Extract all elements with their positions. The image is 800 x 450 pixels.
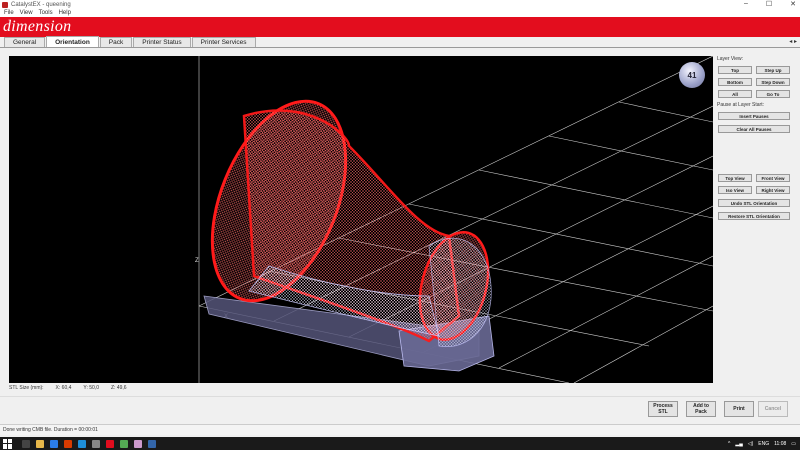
model-render: Z X	[195, 56, 713, 383]
menu-bar: File View Tools Help	[0, 9, 800, 17]
input-language[interactable]: ENG	[758, 441, 769, 447]
layer-all-button[interactable]: All	[718, 90, 752, 98]
maximize-icon[interactable]: ☐	[766, 0, 772, 8]
mail-icon[interactable]	[78, 439, 86, 448]
title-bar: CatalystEX - queening – ☐ ✕	[0, 0, 800, 9]
layer-bottom-button[interactable]: Bottom	[718, 78, 752, 86]
layer-step-down-button[interactable]: Step Down	[756, 78, 790, 86]
app-icon	[2, 1, 8, 8]
stl-size-label: STL Size (mm):	[9, 385, 44, 391]
process-stl-button[interactable]: Process STL	[648, 401, 678, 417]
clock[interactable]: 11:08	[774, 441, 786, 447]
menu-file[interactable]: File	[4, 10, 14, 16]
app2-taskbar-icon[interactable]	[134, 439, 142, 448]
network-icon[interactable]: ▂▄	[735, 441, 742, 447]
notifications-icon[interactable]: ▭	[791, 441, 796, 447]
top-view-button[interactable]: Top View	[718, 174, 752, 182]
tab-orientation[interactable]: Orientation	[46, 36, 99, 47]
axis-z-label: Z	[195, 258, 199, 264]
layer-view-label: Layer View:	[717, 56, 744, 62]
right-view-button[interactable]: Right View	[756, 186, 790, 194]
navigation-cube[interactable]: 41	[679, 62, 705, 88]
tab-strip: General Orientation Pack Printer Status …	[0, 36, 800, 48]
menu-tools[interactable]: Tools	[39, 10, 53, 16]
settings-app-icon[interactable]	[92, 439, 100, 448]
window-title: CatalystEX - queening	[11, 1, 71, 8]
tab-scroll-arrows-icon[interactable]: ◂ ▸	[789, 38, 797, 45]
pause-label: Pause at Layer Start:	[717, 102, 764, 108]
app-taskbar-icon[interactable]	[120, 439, 128, 448]
system-tray: ^ ▂▄ ◁) ENG 11:08 ▭	[728, 437, 796, 450]
menu-view[interactable]: View	[20, 10, 33, 16]
add-to-pack-button[interactable]: Add to Pack	[686, 401, 716, 417]
undo-stl-orientation-button[interactable]: Undo STL Orientation	[718, 199, 790, 207]
model-viewport[interactable]: Z X 41	[9, 56, 713, 383]
dimension-logo: dimension	[3, 18, 72, 35]
layer-go-to-button[interactable]: Go To	[756, 90, 790, 98]
volume-icon[interactable]: ◁)	[748, 441, 754, 447]
tab-printer-services[interactable]: Printer Services	[191, 37, 256, 47]
stl-size-y: Y: 50,0	[83, 385, 99, 391]
close-icon[interactable]: ✕	[790, 0, 796, 8]
taskbar: ^ ▂▄ ◁) ENG 11:08 ▭	[0, 437, 800, 450]
minimize-icon[interactable]: –	[744, 0, 748, 8]
front-view-button[interactable]: Front View	[756, 174, 790, 182]
brand-bar: dimension	[0, 17, 800, 37]
tab-general[interactable]: General	[4, 37, 46, 47]
tray-chevron-icon[interactable]: ^	[728, 441, 730, 447]
action-bar: Process STL Add to Pack Print Cancel	[0, 396, 800, 420]
menu-help[interactable]: Help	[59, 10, 71, 16]
status-bar: Done writing CMB file. Duration = 00:00:…	[0, 424, 800, 435]
window-controls: – ☐ ✕	[744, 0, 796, 8]
stl-size-x: X: 60,4	[55, 385, 72, 391]
stl-size-readout: STL Size (mm): X: 60,4 Y: 50,0 Z: 49,6	[9, 384, 127, 392]
office-app-icon[interactable]	[64, 439, 72, 448]
stl-size-z: Z: 49,6	[110, 385, 127, 391]
task-view-icon[interactable]	[22, 439, 30, 448]
clear-all-pauses-button[interactable]: Clear All Pauses	[718, 125, 790, 133]
layer-step-up-button[interactable]: Step Up	[756, 66, 790, 74]
edge-browser-icon[interactable]	[50, 439, 58, 448]
restore-stl-orientation-button[interactable]: Restore STL Orientation	[718, 212, 790, 220]
tab-printer-status[interactable]: Printer Status	[133, 37, 191, 47]
status-text: Done writing CMB file. Duration = 00:00:…	[3, 427, 98, 433]
app3-taskbar-icon[interactable]	[148, 439, 156, 448]
layer-top-button[interactable]: Top	[718, 66, 752, 74]
nav-cube-label: 41	[687, 70, 697, 80]
tab-pack[interactable]: Pack	[99, 37, 133, 47]
insert-pauses-button[interactable]: Insert Pauses	[718, 112, 790, 120]
iso-view-button[interactable]: Iso View	[718, 186, 752, 194]
print-button[interactable]: Print	[724, 401, 754, 417]
catalystex-taskbar-icon[interactable]	[106, 439, 114, 448]
file-explorer-icon[interactable]	[36, 439, 44, 448]
cancel-button[interactable]: Cancel	[758, 401, 788, 417]
windows-start-icon[interactable]	[3, 438, 13, 449]
side-panel: Layer View: Top Step Up Bottom Step Down…	[716, 56, 796, 236]
